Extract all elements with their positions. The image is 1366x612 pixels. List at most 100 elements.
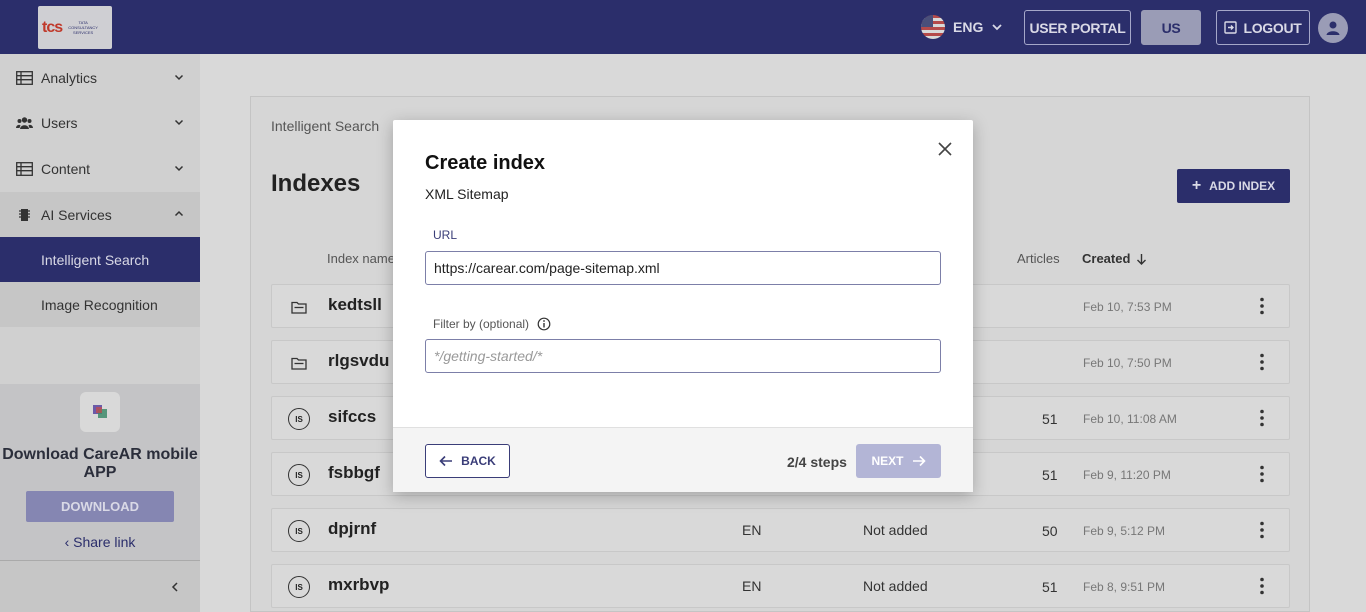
created-date: Feb 9, 11:20 PM	[1083, 468, 1171, 482]
column-header-name[interactable]: Index name	[327, 251, 395, 266]
logout-button[interactable]: LOGOUT	[1216, 10, 1310, 45]
is-badge-icon: IS	[288, 576, 310, 598]
index-status: Not added	[863, 522, 928, 538]
chevron-down-icon	[174, 74, 184, 81]
share-label: Share link	[73, 534, 136, 550]
article-count: 50	[1042, 523, 1058, 539]
article-count: 51	[1042, 411, 1058, 427]
filter-label-row: Filter by (optional)	[433, 317, 551, 331]
created-date: Feb 9, 5:12 PM	[1083, 524, 1166, 538]
folder-icon	[288, 352, 310, 374]
app-promo: Download CareAR mobile APP DOWNLOAD ‹ Sh…	[0, 384, 200, 560]
article-count: 51	[1042, 579, 1058, 595]
created-date: Feb 10, 7:50 PM	[1083, 356, 1172, 370]
more-options-icon[interactable]	[1260, 297, 1264, 320]
arrow-left-icon	[439, 455, 453, 467]
breadcrumb[interactable]: Intelligent Search	[271, 118, 379, 134]
add-index-label: ADD INDEX	[1209, 179, 1276, 193]
language-label: ENG	[953, 19, 984, 35]
column-header-articles[interactable]: Articles	[1017, 251, 1060, 266]
more-options-icon[interactable]	[1260, 353, 1264, 376]
created-date: Feb 8, 9:51 PM	[1083, 580, 1166, 594]
table-row[interactable]: IS mxrbvp EN Not added 51 Feb 8, 9:51 PM	[271, 564, 1290, 608]
user-icon	[1326, 21, 1340, 35]
logo-subtext: TATA CONSULTANCY SERVICES	[68, 20, 98, 35]
share-icon: ‹	[64, 534, 70, 550]
table-icon	[16, 70, 33, 85]
sidebar-item-analytics[interactable]: Analytics	[0, 55, 200, 100]
sidebar-item-label: Analytics	[41, 69, 98, 86]
carear-app-icon	[80, 392, 120, 432]
step-indicator: 2/4 steps	[787, 454, 847, 470]
index-name[interactable]: sifccs	[328, 407, 376, 427]
share-link[interactable]: ‹ Share link	[0, 534, 200, 550]
filter-input[interactable]	[425, 339, 941, 373]
more-options-icon[interactable]	[1260, 521, 1264, 544]
more-options-icon[interactable]	[1260, 465, 1264, 488]
chevron-up-icon	[174, 210, 184, 217]
is-badge-icon: IS	[288, 520, 310, 542]
url-input[interactable]	[425, 251, 941, 285]
article-count: 51	[1042, 467, 1058, 483]
url-label: URL	[433, 228, 458, 242]
add-index-button[interactable]: + ADD INDEX	[1177, 169, 1290, 203]
company-logo[interactable]: tcs TATA CONSULTANCY SERVICES	[38, 6, 112, 49]
is-badge-icon: IS	[288, 408, 310, 430]
column-header-created-label: Created	[1082, 251, 1131, 266]
arrow-down-icon	[1137, 253, 1147, 265]
top-bar: tcs TATA CONSULTANCY SERVICES ENG USER P…	[0, 0, 1366, 54]
logo-text: tcs	[42, 18, 63, 36]
chip-icon	[19, 208, 30, 221]
index-language: EN	[742, 522, 762, 538]
chevron-down-icon	[174, 165, 184, 172]
create-index-dialog: Create index XML Sitemap URL Filter by (…	[393, 120, 973, 492]
region-button[interactable]: US	[1141, 10, 1201, 45]
sidebar-item-image-recognition[interactable]: Image Recognition	[0, 282, 200, 327]
info-icon[interactable]	[537, 317, 551, 331]
download-button[interactable]: DOWNLOAD	[26, 491, 174, 522]
chevron-down-icon	[174, 119, 184, 126]
index-status: Not added	[863, 578, 928, 594]
table-icon	[16, 161, 33, 176]
sidebar-item-label: Content	[41, 160, 91, 177]
sidebar-item-intelligent-search[interactable]: Intelligent Search	[0, 237, 200, 282]
next-button[interactable]: NEXT	[856, 444, 941, 478]
sidebar-item-label: Image Recognition	[41, 296, 158, 313]
language-selector[interactable]: ENG	[921, 13, 1003, 41]
table-row[interactable]: IS dpjrnf EN Not added 50 Feb 9, 5:12 PM	[271, 508, 1290, 552]
dialog-subtitle: XML Sitemap	[425, 186, 509, 202]
sidebar-item-content[interactable]: Content	[0, 146, 200, 191]
close-icon[interactable]	[936, 140, 954, 158]
users-icon	[16, 116, 33, 129]
dialog-footer: BACK 2/4 steps NEXT	[393, 427, 973, 492]
sidebar-collapse[interactable]	[0, 560, 200, 612]
index-language: EN	[742, 578, 762, 594]
index-name[interactable]: rlgsvdu	[328, 351, 389, 371]
logout-icon	[1224, 21, 1238, 34]
more-options-icon[interactable]	[1260, 577, 1264, 600]
plus-icon: +	[1191, 177, 1202, 194]
download-label: DOWNLOAD	[61, 499, 139, 514]
user-portal-button[interactable]: USER PORTAL	[1024, 10, 1131, 45]
back-button[interactable]: BACK	[425, 444, 510, 478]
next-label: NEXT	[871, 454, 904, 468]
filter-label: Filter by (optional)	[433, 317, 530, 331]
index-name[interactable]: dpjrnf	[328, 519, 376, 539]
folder-icon	[288, 296, 310, 318]
created-date: Feb 10, 11:08 AM	[1083, 412, 1177, 426]
dialog-title: Create index	[425, 152, 546, 174]
sidebar-item-ai-services[interactable]: AI Services	[0, 192, 200, 237]
logout-label: LOGOUT	[1243, 19, 1302, 36]
index-name[interactable]: mxrbvp	[328, 575, 389, 595]
sidebar-item-label: Intelligent Search	[41, 251, 150, 268]
sidebar-item-label: Users	[41, 114, 78, 131]
index-name[interactable]: fsbbgf	[328, 463, 380, 483]
column-header-created[interactable]: Created	[1082, 251, 1147, 266]
more-options-icon[interactable]	[1260, 409, 1264, 432]
chevron-left-icon	[171, 582, 178, 592]
user-avatar[interactable]	[1318, 13, 1348, 43]
sidebar-item-users[interactable]: Users	[0, 100, 200, 145]
index-name[interactable]: kedtsll	[328, 295, 382, 315]
promo-title: Download CareAR mobile APP	[2, 446, 198, 481]
chevron-down-icon	[992, 24, 1002, 31]
